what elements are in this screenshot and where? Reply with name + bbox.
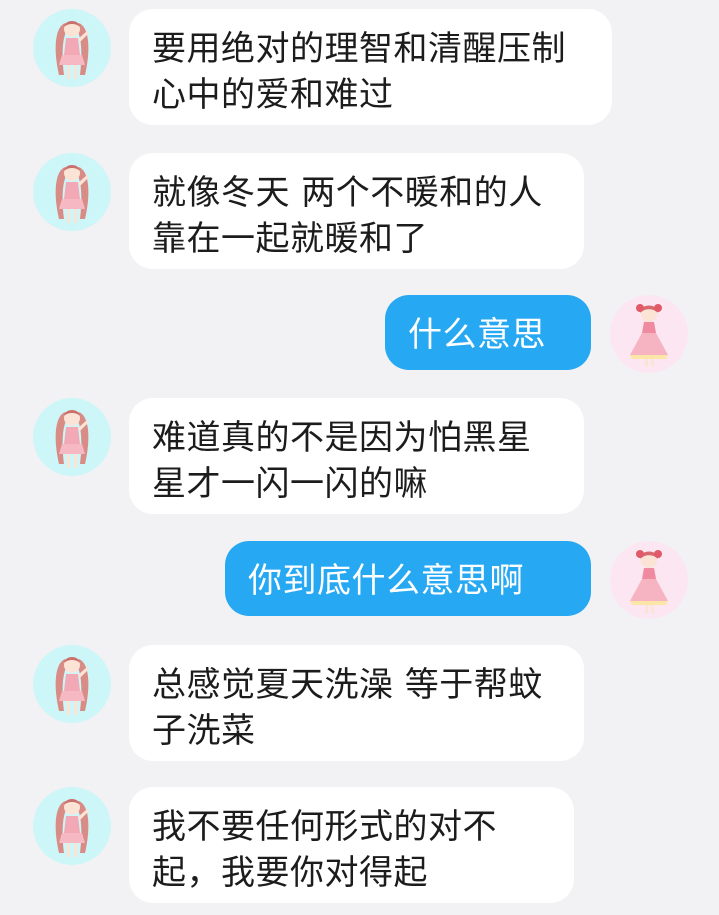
chat-message-list[interactable]: 要用绝对的理智和清醒压制心中的爱和难过 就像冬天 两个不暖和的人靠在一起就暖和了… xyxy=(0,0,719,915)
twin-tail-girl-avatar-icon[interactable] xyxy=(33,398,111,476)
lolita-dress-girl-avatar-icon[interactable] xyxy=(610,541,688,619)
twin-tail-girl-avatar-icon[interactable] xyxy=(33,153,111,231)
message-bubble[interactable]: 就像冬天 两个不暖和的人靠在一起就暖和了 xyxy=(129,153,584,269)
lolita-dress-girl-avatar-icon[interactable] xyxy=(610,295,688,373)
message-bubble[interactable]: 要用绝对的理智和清醒压制心中的爱和难过 xyxy=(129,9,612,125)
twin-tail-girl-avatar-icon[interactable] xyxy=(33,645,111,723)
twin-tail-girl-avatar-icon[interactable] xyxy=(33,9,111,87)
message-bubble[interactable]: 什么意思 xyxy=(385,295,591,370)
message-bubble[interactable]: 难道真的不是因为怕黑星星才一闪一闪的嘛 xyxy=(129,398,584,514)
message-bubble[interactable]: 总感觉夏天洗澡 等于帮蚊子洗菜 xyxy=(129,645,584,761)
message-bubble[interactable]: 你到底什么意思啊 xyxy=(225,541,591,616)
message-bubble[interactable]: 我不要任何形式的对不起，我要你对得起 xyxy=(129,787,574,903)
twin-tail-girl-avatar-icon[interactable] xyxy=(33,787,111,865)
